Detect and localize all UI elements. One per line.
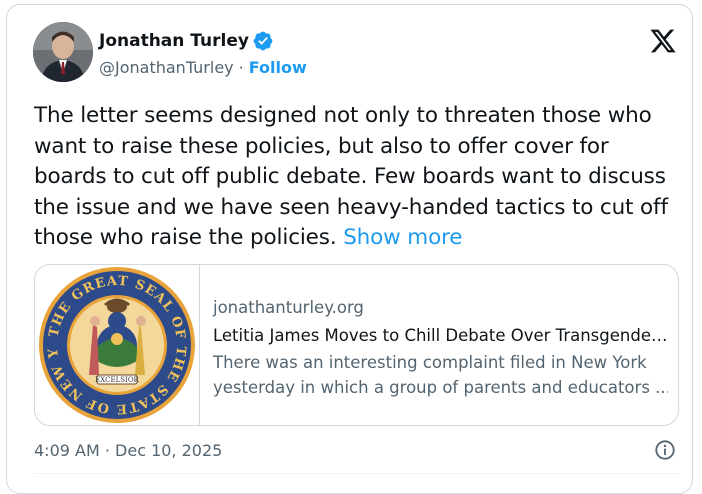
x-logo-icon[interactable]	[648, 27, 678, 55]
seal-motto: EXCELSIOR	[95, 376, 139, 384]
link-preview-card[interactable]: THE GREAT SEAL OF THE STATE OF NEW YORK …	[34, 264, 679, 426]
author-handle[interactable]: @JonathanTurley	[99, 58, 234, 77]
ny-seal-image: THE GREAT SEAL OF THE STATE OF NEW YORK …	[35, 265, 195, 423]
info-icon[interactable]	[654, 439, 676, 461]
tweet-card: Jonathan Turley @JonathanTurley · Follow T…	[6, 4, 693, 494]
link-description-line: There was an interesting complaint filed…	[213, 353, 647, 372]
separator-dot: ·	[238, 58, 244, 77]
follow-button[interactable]: Follow	[249, 58, 307, 77]
link-description: There was an interesting complaint filed…	[213, 350, 668, 400]
verified-badge-icon	[253, 31, 273, 51]
author-name[interactable]: Jonathan Turley	[99, 31, 249, 51]
author-name-row: Jonathan Turley	[99, 30, 274, 52]
tweet-text: The letter seems designed not only to th…	[34, 101, 679, 254]
link-domain: jonathanturley.org	[213, 298, 364, 317]
link-thumbnail: THE GREAT SEAL OF THE STATE OF NEW YORK …	[35, 265, 200, 425]
link-title: Letitia James Moves to Chill Debate Over…	[213, 326, 668, 345]
handle-row: @JonathanTurley · Follow	[99, 58, 307, 77]
link-description-line: yesterday in which a group of parents an…	[213, 378, 668, 397]
divider	[34, 473, 679, 474]
tweet-timestamp[interactable]: 4:09 AM · Dec 10, 2025	[34, 441, 222, 460]
show-more-link[interactable]: Show more	[343, 225, 462, 250]
avatar[interactable]	[33, 22, 93, 82]
